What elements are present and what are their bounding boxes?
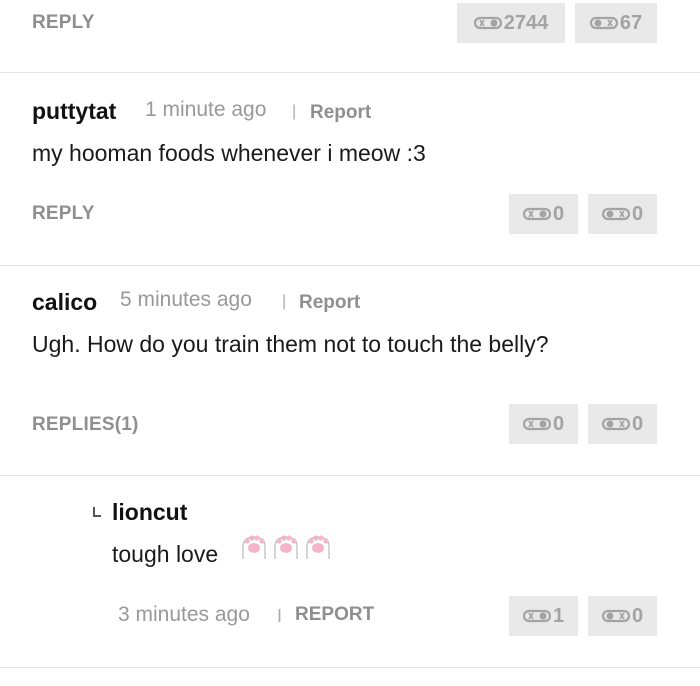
separator: I	[277, 606, 283, 626]
divider	[0, 667, 700, 668]
upvote-count: 2744	[503, 11, 549, 34]
divider	[0, 72, 700, 73]
downvote-icon	[589, 15, 618, 31]
upvote-icon	[522, 608, 551, 624]
upvote-button[interactable]: 1	[509, 596, 578, 636]
downvote-button[interactable]: 67	[575, 3, 657, 43]
downvote-button[interactable]: 0	[588, 404, 657, 444]
reply-button[interactable]: REPLY	[32, 12, 95, 34]
upvote-icon	[522, 416, 551, 432]
separator: |	[292, 103, 297, 120]
comment-username[interactable]: calico	[32, 289, 97, 316]
upvote-count: 1	[552, 604, 565, 627]
comment-text: Ugh. How do you train them not to touch …	[32, 331, 549, 357]
comment-text: my hooman foods whenever i meow :3	[32, 140, 426, 166]
downvote-count: 0	[631, 604, 644, 627]
downvote-icon	[601, 416, 630, 432]
upvote-button[interactable]: 0	[509, 194, 578, 234]
downvote-count: 0	[631, 412, 644, 435]
downvote-button[interactable]: 0	[588, 194, 657, 234]
upvote-icon	[473, 15, 502, 31]
reply-button[interactable]: REPLY	[32, 203, 95, 225]
report-link[interactable]: Report	[310, 102, 371, 124]
paw-emoji	[270, 529, 302, 566]
downvote-icon	[601, 206, 630, 222]
reply-text: tough love	[112, 541, 219, 567]
upvote-count: 0	[552, 202, 565, 225]
report-link[interactable]: REPORT	[295, 604, 374, 626]
paw-emoji	[302, 529, 334, 566]
comment-timestamp: 5 minutes ago	[120, 288, 252, 311]
upvote-icon	[522, 206, 551, 222]
reply-timestamp: 3 minutes ago	[118, 603, 250, 626]
report-link[interactable]: Report	[299, 292, 360, 314]
comment-username[interactable]: puttytat	[32, 98, 116, 125]
separator: |	[282, 293, 287, 310]
divider	[0, 475, 700, 476]
upvote-count: 0	[552, 412, 565, 435]
comment-timestamp: 1 minute ago	[145, 98, 267, 121]
divider	[0, 265, 700, 266]
upvote-button[interactable]: 2744	[457, 3, 565, 43]
reply-indent-icon	[92, 505, 102, 521]
downvote-button[interactable]: 0	[588, 596, 657, 636]
downvote-count: 0	[631, 202, 644, 225]
paw-emoji-group	[238, 529, 334, 566]
replies-toggle[interactable]: REPLIES(1)	[32, 414, 139, 436]
downvote-icon	[601, 608, 630, 624]
paw-emoji	[238, 529, 270, 566]
upvote-button[interactable]: 0	[509, 404, 578, 444]
reply-username[interactable]: lioncut	[112, 499, 187, 526]
downvote-count: 67	[619, 11, 643, 34]
